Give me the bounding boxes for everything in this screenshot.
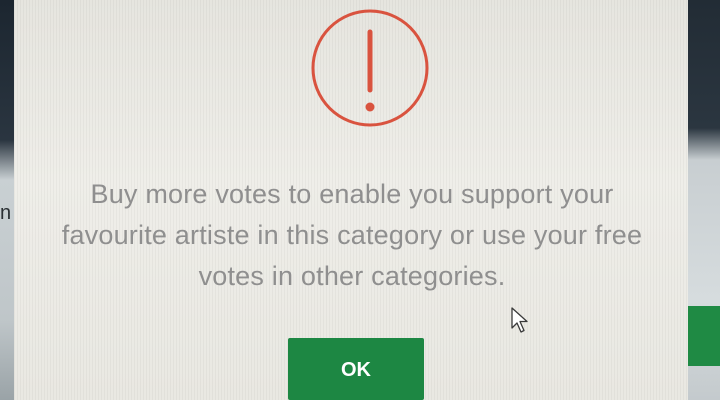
dialog-message-line: Buy more votes to enable you support you… <box>90 179 614 209</box>
dialog-message: Buy more votes to enable you support you… <box>32 174 672 297</box>
ok-button[interactable]: OK <box>288 338 424 400</box>
exclamation-circle-icon <box>311 9 429 127</box>
screen: n Buy more votes to enable you support y… <box>0 0 720 400</box>
alert-dialog: Buy more votes to enable you support you… <box>14 0 688 400</box>
dialog-message-line: votes in other categories. <box>198 261 506 291</box>
background-partial-text: n <box>0 202 12 224</box>
background-green-button[interactable] <box>688 306 720 366</box>
dialog-message-line: favourite artiste in this category or us… <box>61 220 643 250</box>
mouse-pointer-icon <box>511 307 528 333</box>
